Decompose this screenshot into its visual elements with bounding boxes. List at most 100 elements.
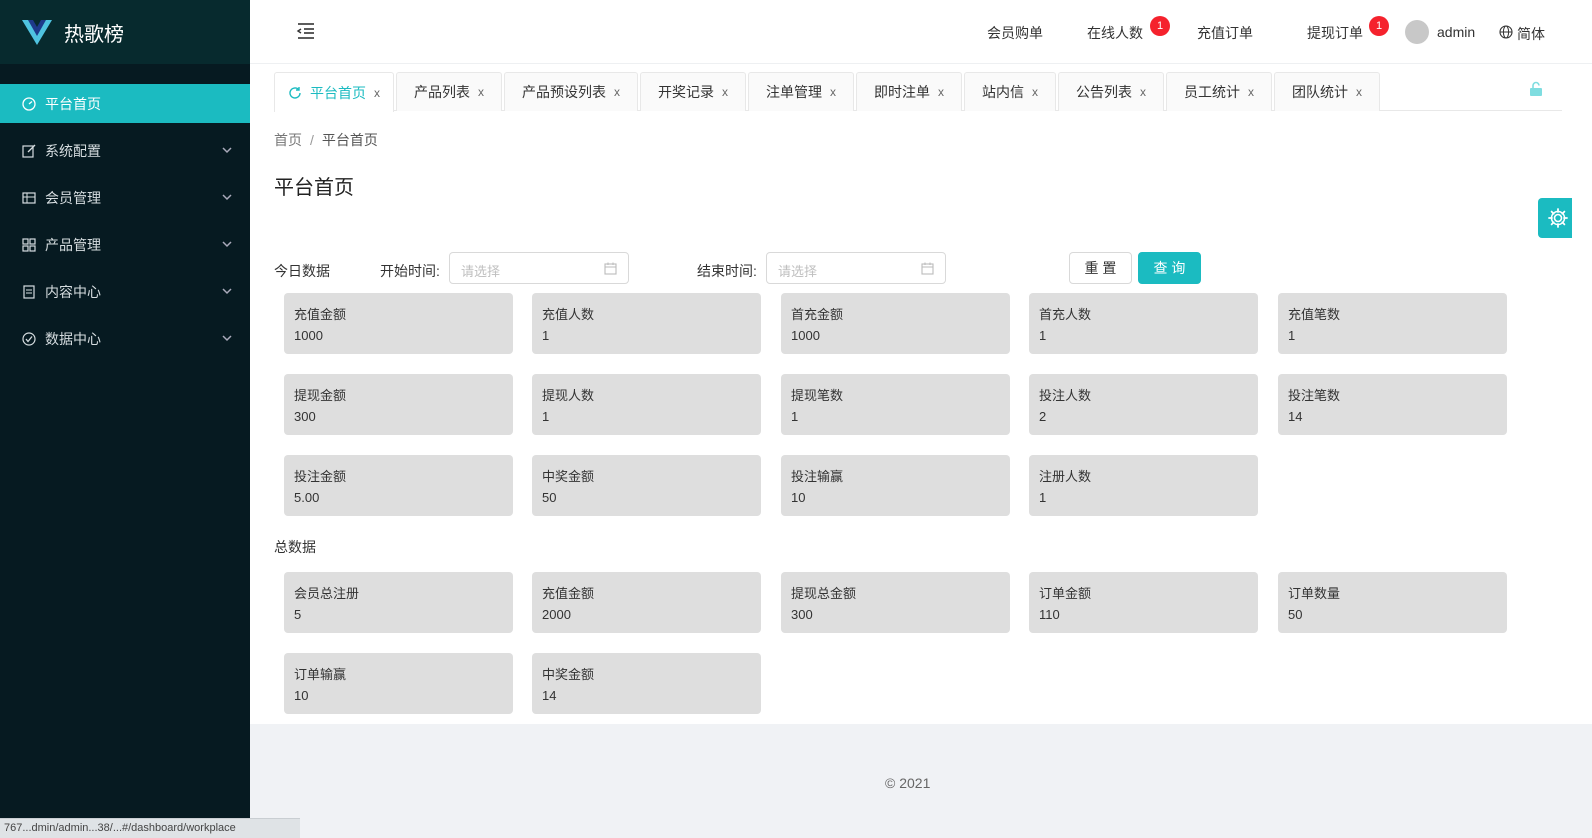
document-icon — [23, 284, 35, 299]
tab-close-icon[interactable]: x — [478, 85, 484, 99]
stat-value: 1 — [542, 409, 550, 424]
stat-card: 首充金额 1000 — [781, 293, 1010, 354]
breadcrumb-home[interactable]: 首页 — [274, 132, 302, 148]
language-switch[interactable]: 简体 — [1517, 24, 1545, 44]
grid-icon — [22, 237, 36, 252]
tab-product-preset-list[interactable]: 产品预设列表 x — [504, 72, 638, 111]
breadcrumb-separator: / — [310, 132, 314, 148]
breadcrumb-current: 平台首页 — [321, 132, 378, 148]
user-name[interactable]: admin — [1437, 24, 1475, 40]
app-title: 热歌榜 — [64, 23, 124, 46]
tab-label: 即时注单 — [874, 84, 930, 100]
stat-label: 充值人数 — [542, 307, 595, 322]
table-icon — [22, 191, 36, 204]
gear-icon — [1548, 208, 1568, 228]
stat-card: 注册人数 1 — [1029, 455, 1258, 516]
stat-value: 300 — [294, 409, 316, 424]
sidebar-item-products[interactable]: 产品管理 — [0, 225, 250, 264]
query-button[interactable]: 查 询 — [1138, 252, 1201, 284]
stat-label: 充值金额 — [294, 307, 347, 322]
sidebar-menu: 平台首页 系统配置 会员管理 产品管理 内容中心 数据中心 — [0, 64, 250, 358]
end-time-placeholder: 请选择 — [778, 264, 818, 279]
breadcrumb: 首页 / 平台首页 — [274, 130, 378, 150]
stat-label: 投注笔数 — [1288, 388, 1341, 403]
tab-bet-management[interactable]: 注单管理 x — [748, 72, 854, 111]
browser-status-bar: 767...dmin/admin...38/...#/dashboard/wor… — [0, 818, 300, 838]
stat-value: 14 — [1288, 409, 1303, 424]
stat-label: 订单金额 — [1039, 586, 1092, 601]
stat-label: 订单输赢 — [294, 667, 347, 682]
sidebar-item-system-config[interactable]: 系统配置 — [0, 131, 250, 170]
sidebar: 热歌榜 平台首页 系统配置 会员管理 产品管理 内容中心 数据中心 — [0, 0, 250, 838]
tab-close-icon[interactable]: x — [722, 85, 728, 99]
end-time-picker[interactable]: 请选择 — [766, 252, 946, 284]
unlock-icon[interactable] — [1528, 81, 1544, 97]
chevron-down-icon — [222, 335, 232, 342]
tab-label: 产品列表 — [414, 84, 470, 100]
tab-product-list[interactable]: 产品列表 x — [396, 72, 502, 111]
sidebar-item-data[interactable]: 数据中心 — [0, 319, 250, 358]
recharge-orders-link[interactable]: 充值订单 — [1197, 23, 1253, 43]
stat-card: 提现笔数 1 — [781, 374, 1010, 435]
tab-label: 公告列表 — [1076, 84, 1132, 100]
member-orders-link[interactable]: 会员购单 — [987, 23, 1043, 43]
tab-draw-records[interactable]: 开奖记录 x — [640, 72, 746, 111]
sidebar-item-members[interactable]: 会员管理 — [0, 178, 250, 217]
stat-value: 5.00 — [294, 490, 320, 505]
stat-label: 充值笔数 — [1288, 307, 1341, 322]
tab-close-icon[interactable]: x — [1248, 85, 1254, 99]
tab-inbox[interactable]: 站内信 x — [964, 72, 1056, 111]
tab-label: 注单管理 — [766, 84, 822, 100]
withdraw-orders-link[interactable]: 提现订单 — [1307, 23, 1363, 43]
calendar-icon — [921, 262, 934, 275]
stat-label: 提现金额 — [294, 388, 347, 403]
stat-label: 订单数量 — [1288, 586, 1341, 601]
stat-label: 首充金额 — [791, 307, 844, 322]
start-time-picker[interactable]: 请选择 — [449, 252, 629, 284]
tab-announcements[interactable]: 公告列表 x — [1058, 72, 1164, 111]
stat-label: 投注人数 — [1039, 388, 1092, 403]
tab-close-icon[interactable]: x — [1032, 85, 1038, 99]
settings-drawer-button[interactable] — [1538, 198, 1572, 238]
tab-label: 员工统计 — [1184, 84, 1240, 100]
stat-label: 投注金额 — [294, 469, 347, 484]
stat-card: 订单数量 50 — [1278, 572, 1507, 633]
tab-close-icon[interactable]: x — [830, 85, 836, 99]
stat-value: 2000 — [542, 607, 571, 622]
sidebar-item-dashboard[interactable]: 平台首页 — [0, 84, 250, 123]
tab-close-icon[interactable]: x — [374, 86, 380, 100]
stat-card: 投注输赢 10 — [781, 455, 1010, 516]
tab-close-icon[interactable]: x — [614, 85, 620, 99]
stat-value: 1 — [1288, 328, 1296, 343]
stat-value: 1 — [542, 328, 550, 343]
stat-card: 首充人数 1 — [1029, 293, 1258, 354]
avatar[interactable] — [1405, 20, 1429, 44]
stat-label: 中奖金额 — [542, 469, 595, 484]
tab-team-stats[interactable]: 团队统计 x — [1274, 72, 1380, 111]
menu-fold-icon[interactable] — [296, 21, 316, 41]
stat-card: 中奖金额 50 — [532, 455, 761, 516]
tab-label: 开奖记录 — [658, 84, 714, 100]
sidebar-item-content[interactable]: 内容中心 — [0, 272, 250, 311]
stat-label: 提现总金额 — [791, 586, 857, 601]
online-users-link[interactable]: 在线人数 — [1087, 23, 1143, 43]
sidebar-item-label: 内容中心 — [45, 283, 101, 300]
stat-value: 2 — [1039, 409, 1047, 424]
tab-close-icon[interactable]: x — [1356, 85, 1362, 99]
tab-close-icon[interactable]: x — [938, 85, 944, 99]
calendar-icon — [604, 262, 617, 275]
today-data-label: 今日数据 — [274, 263, 330, 279]
stat-card: 充值笔数 1 — [1278, 293, 1507, 354]
tab-dashboard[interactable]: 平台首页 x — [274, 72, 394, 112]
tab-label: 平台首页 — [310, 84, 366, 101]
stat-value: 1 — [1039, 328, 1047, 343]
tab-live-bets[interactable]: 即时注单 x — [856, 72, 962, 111]
stat-card: 订单金额 110 — [1029, 572, 1258, 633]
stat-value: 300 — [791, 607, 813, 622]
logo[interactable]: 热歌榜 — [0, 0, 250, 64]
reset-button[interactable]: 重 置 — [1069, 252, 1132, 284]
tab-close-icon[interactable]: x — [1140, 85, 1146, 99]
tab-staff-stats[interactable]: 员工统计 x — [1166, 72, 1272, 111]
globe-icon[interactable] — [1499, 25, 1513, 39]
stat-card: 投注笔数 14 — [1278, 374, 1507, 435]
